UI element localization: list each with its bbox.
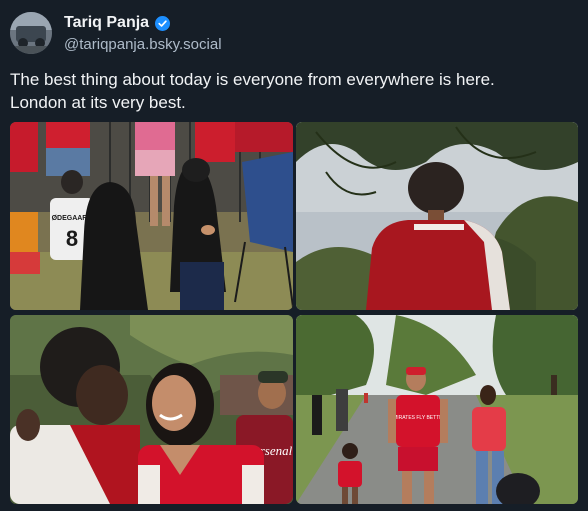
post-image-fans-at-barrier[interactable]: ØDEGAARD 8 <box>10 122 293 310</box>
post-image-couple-embracing[interactable]: Arsenal <box>10 315 293 504</box>
emirates-shirt-text: EMIRATES FLY BETTER <box>390 415 447 421</box>
post-image-family-walking-park[interactable]: EMIRATES FLY BETTER <box>296 315 578 504</box>
post-text: The best thing about today is everyone f… <box>10 68 570 114</box>
avatar-photo <box>10 12 52 54</box>
verified-badge-icon[interactable] <box>155 15 171 31</box>
post-image-woman-under-tree[interactable] <box>296 122 578 310</box>
odegaard-shirt-number: 8 <box>66 226 78 251</box>
author-name-row: Tariq Panja <box>64 14 171 32</box>
author-handle[interactable]: @tariqpanja.bsky.social <box>64 36 222 53</box>
author-avatar[interactable] <box>10 12 52 54</box>
image-grid: ØDEGAARD 8 Arsenal EMIRATES FLY BETTER <box>10 122 578 504</box>
post-text-line: The best thing about today is everyone f… <box>10 70 495 89</box>
author-display-name[interactable]: Tariq Panja <box>64 14 149 32</box>
post-text-line: London at its very best. <box>10 93 186 112</box>
